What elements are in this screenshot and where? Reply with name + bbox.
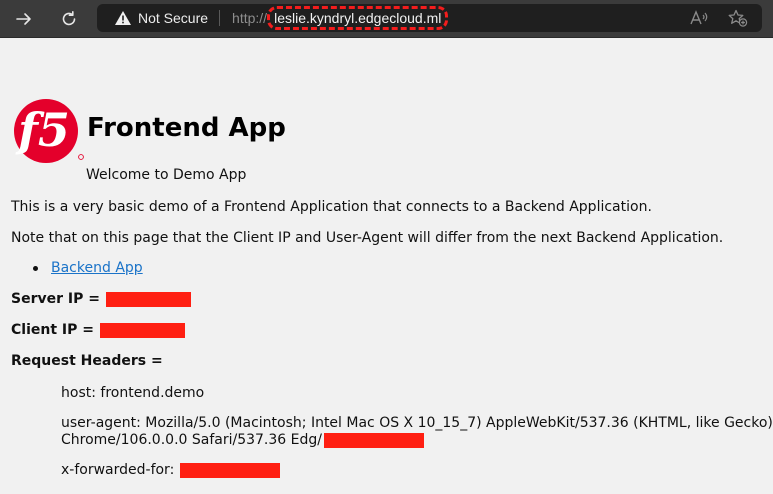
header-host: host: frontend.demo xyxy=(61,385,205,401)
redaction-block xyxy=(99,322,185,338)
client-ip-row: Client IP = xyxy=(11,322,185,338)
bullet-icon xyxy=(33,265,38,271)
header-user-agent-tail: Chrome/106.0.0.0 Safari/537.36 Edg/ xyxy=(61,432,322,448)
security-status-label[interactable]: Not Secure xyxy=(138,10,208,26)
request-headers-label: Request Headers = xyxy=(11,353,163,369)
header-user-agent: user-agent: Mozilla/5.0 (Macintosh; Inte… xyxy=(61,415,773,431)
note-text: Note that on this page that the Client I… xyxy=(11,230,724,246)
backend-app-link[interactable]: Backend App xyxy=(51,260,143,276)
page-content: f5 Frontend App Welcome to Demo App This… xyxy=(0,38,773,494)
server-ip-label: Server IP = xyxy=(11,291,100,307)
url-scheme: http:// xyxy=(232,10,268,26)
add-favorite-button[interactable] xyxy=(728,9,748,27)
server-ip-row: Server IP = xyxy=(11,291,191,307)
refresh-icon xyxy=(62,11,76,26)
add-favorite-icon xyxy=(728,9,748,27)
svg-text:f5: f5 xyxy=(15,103,70,157)
url-host: leslie.kyndryl.edgecloud.ml xyxy=(274,10,442,26)
f5-logo: f5 xyxy=(14,99,84,163)
client-ip-label: Client IP = xyxy=(11,322,94,338)
browser-toolbar: Not Secure http:// leslie.kyndryl.edgecl… xyxy=(0,0,773,38)
redaction-block xyxy=(323,432,424,448)
redaction-block xyxy=(105,291,191,307)
description-text: This is a very basic demo of a Frontend … xyxy=(11,199,652,215)
redaction-block xyxy=(180,462,281,478)
refresh-button[interactable] xyxy=(56,6,82,32)
welcome-text: Welcome to Demo App xyxy=(86,167,247,183)
forward-icon xyxy=(16,13,31,25)
header-x-forwarded-for-label: x-forwarded-for: xyxy=(61,462,175,478)
warning-icon[interactable] xyxy=(114,10,132,26)
address-divider xyxy=(219,10,221,26)
forward-button[interactable] xyxy=(11,6,37,32)
list-item: Backend App xyxy=(33,260,143,276)
read-aloud-button[interactable] xyxy=(690,9,710,27)
page-title: Frontend App xyxy=(87,113,286,143)
read-aloud-icon xyxy=(690,10,708,25)
header-user-agent-continued: Chrome/106.0.0.0 Safari/537.36 Edg/ xyxy=(61,432,424,448)
header-x-forwarded-for: x-forwarded-for: xyxy=(61,462,281,478)
address-bar[interactable]: Not Secure http:// leslie.kyndryl.edgecl… xyxy=(97,4,762,32)
url-host-highlight: leslie.kyndryl.edgecloud.ml xyxy=(267,6,449,30)
